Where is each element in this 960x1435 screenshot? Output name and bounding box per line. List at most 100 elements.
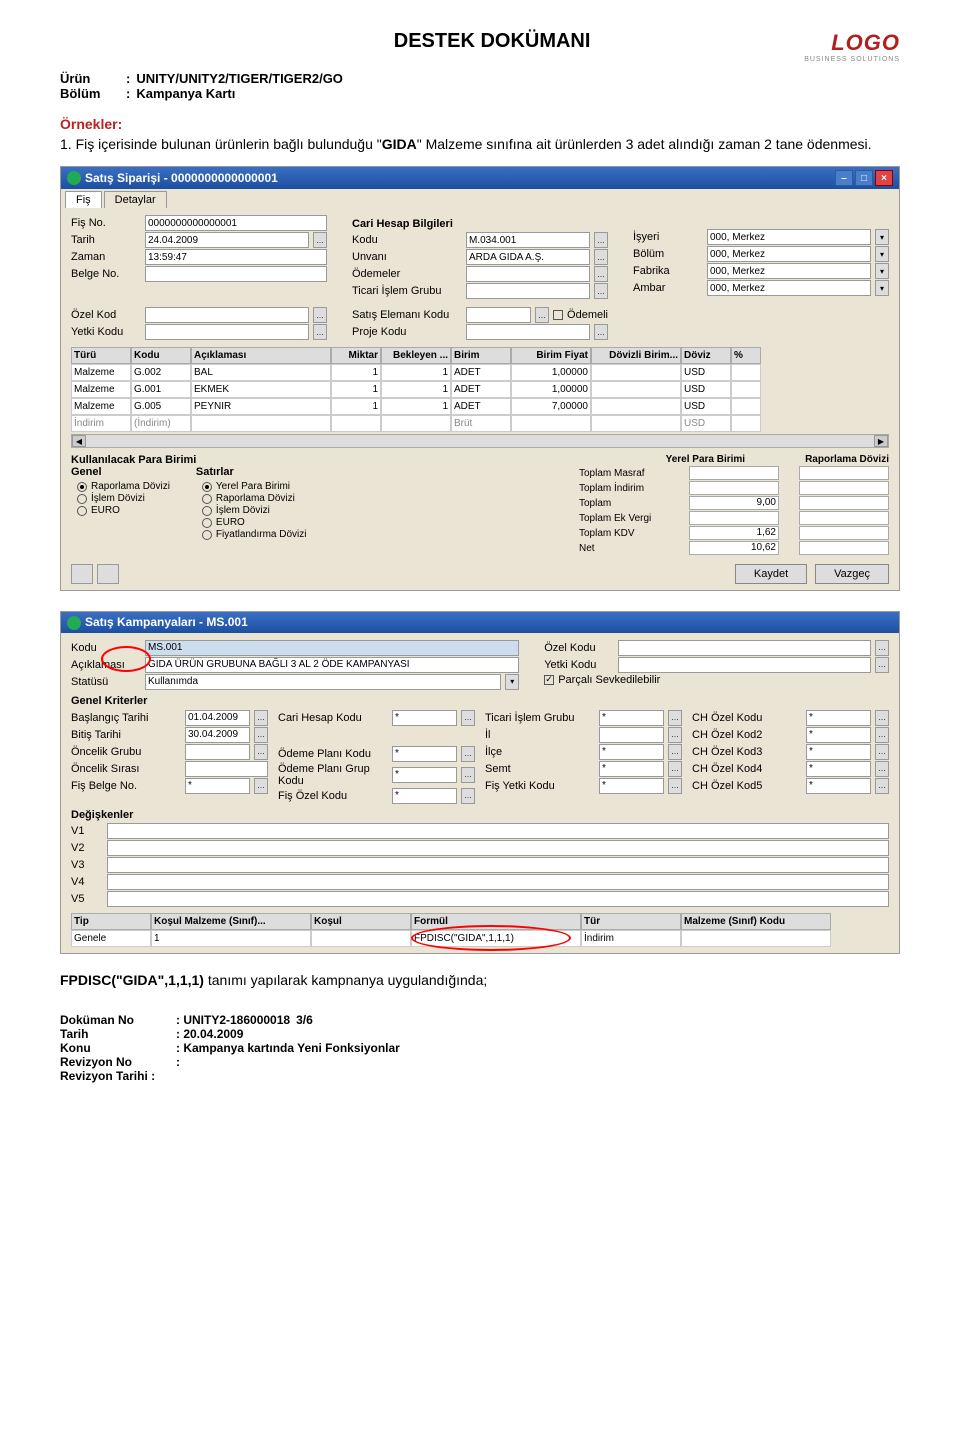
bitis-input[interactable]: 30.04.2009	[185, 727, 250, 743]
variable-input[interactable]	[107, 857, 889, 873]
tarih-input[interactable]: 24.04.2009	[145, 232, 309, 248]
baslangic-input[interactable]: 01.04.2009	[185, 710, 250, 726]
lookup-icon[interactable]: …	[875, 657, 889, 673]
lookup-icon[interactable]: …	[668, 761, 682, 777]
lookup-icon[interactable]: …	[594, 283, 608, 299]
variable-input[interactable]	[107, 874, 889, 890]
radio-option[interactable]: EURO	[202, 517, 307, 528]
vazgec-button[interactable]: Vazgeç	[815, 564, 889, 584]
kaydet-button[interactable]: Kaydet	[735, 564, 807, 584]
oncelik-sirasi-input[interactable]	[185, 761, 268, 777]
cari-kodu-input[interactable]: M.034.001	[466, 232, 590, 248]
semt-input[interactable]: *	[599, 761, 664, 777]
scroll-left-icon[interactable]: ◀	[72, 435, 86, 447]
lookup-icon[interactable]: …	[668, 727, 682, 743]
lookup-icon[interactable]: …	[875, 710, 889, 726]
zaman-input[interactable]: 13:59:47	[145, 249, 327, 265]
odeme-plani-grup-input[interactable]: *	[392, 767, 457, 783]
lookup-icon[interactable]: …	[461, 710, 475, 726]
lookup-icon[interactable]: …	[461, 767, 475, 783]
radio-option[interactable]: Fiyatlandırma Dövizi	[202, 529, 307, 540]
lookup-icon[interactable]: …	[461, 746, 475, 762]
ambar-select[interactable]: 000, Merkez	[707, 280, 871, 296]
radio-option[interactable]: İşlem Dövizi	[77, 493, 170, 504]
proje-kodu-input[interactable]	[466, 324, 590, 340]
kampanya-kodu-input[interactable]: MS.001	[145, 640, 519, 656]
chevron-down-icon[interactable]: ▾	[875, 280, 889, 296]
ch-ozel-kod2-input[interactable]: *	[806, 727, 871, 743]
variable-input[interactable]	[107, 840, 889, 856]
odeme-plani-input[interactable]: *	[392, 746, 457, 762]
chevron-down-icon[interactable]: ▾	[875, 229, 889, 245]
yetki-kodu-input[interactable]	[618, 657, 871, 673]
fis-no-input[interactable]: 0000000000000001	[145, 215, 327, 231]
scroll-right-icon[interactable]: ▶	[874, 435, 888, 447]
table-row[interactable]: MalzemeG.005PEYNIR11ADET7,00000USD	[71, 398, 889, 415]
date-picker-icon[interactable]: …	[313, 232, 327, 248]
cari-hesap-kodu-input[interactable]: *	[392, 710, 457, 726]
lookup-icon[interactable]: …	[875, 640, 889, 656]
chevron-down-icon[interactable]: ▾	[875, 246, 889, 262]
statu-select[interactable]: Kullanımda	[145, 674, 501, 690]
tab-detaylar[interactable]: Detaylar	[104, 191, 167, 208]
bolum-select[interactable]: 000, Merkez	[707, 246, 871, 262]
ozel-kod-input[interactable]	[145, 307, 309, 323]
horizontal-scrollbar[interactable]: ◀▶	[71, 434, 889, 448]
odemeler-input[interactable]	[466, 266, 590, 282]
cari-unvan-input[interactable]: ARDA GIDA A.Ş.	[466, 249, 590, 265]
chevron-down-icon[interactable]: ▾	[875, 263, 889, 279]
ilce-input[interactable]: *	[599, 744, 664, 760]
toolbar-icon[interactable]	[71, 564, 93, 584]
fis-belge-no-input[interactable]: *	[185, 778, 250, 794]
lookup-icon[interactable]: …	[668, 778, 682, 794]
fis-yetki-kodu-input[interactable]: *	[599, 778, 664, 794]
satis-eleman-input[interactable]	[466, 307, 531, 323]
ozel-kodu-input[interactable]	[618, 640, 871, 656]
radio-option[interactable]: Raporlama Dövizi	[202, 493, 307, 504]
yetki-kodu-input[interactable]	[145, 324, 309, 340]
ch-ozel-kod3-input[interactable]: *	[806, 744, 871, 760]
fis-ozel-kod-input[interactable]: *	[392, 788, 457, 804]
radio-option[interactable]: İşlem Dövizi	[202, 505, 307, 516]
oncelik-grubu-input[interactable]	[185, 744, 250, 760]
lookup-icon[interactable]: …	[594, 232, 608, 248]
maximize-icon[interactable]: □	[855, 170, 873, 186]
radio-option[interactable]: Yerel Para Birimi	[202, 481, 307, 492]
lookup-icon[interactable]: …	[875, 727, 889, 743]
lookup-icon[interactable]: …	[254, 778, 268, 794]
lookup-icon[interactable]: …	[594, 249, 608, 265]
fabrika-select[interactable]: 000, Merkez	[707, 263, 871, 279]
isyeri-select[interactable]: 000, Merkez	[707, 229, 871, 245]
lookup-icon[interactable]: …	[461, 788, 475, 804]
radio-option[interactable]: Raporlama Dövizi	[77, 481, 170, 492]
lookup-icon[interactable]: …	[254, 710, 268, 726]
parcali-checkbox[interactable]	[544, 675, 554, 685]
il-input[interactable]	[599, 727, 664, 743]
tab-fis[interactable]: Fiş	[65, 191, 102, 208]
tig-input[interactable]	[466, 283, 590, 299]
lookup-icon[interactable]: …	[254, 727, 268, 743]
radio-option[interactable]: EURO	[77, 505, 170, 516]
lookup-icon[interactable]: …	[254, 744, 268, 760]
lookup-icon[interactable]: …	[668, 744, 682, 760]
table-row[interactable]: MalzemeG.002BAL11ADET1,00000USD	[71, 364, 889, 381]
ch-ozel-kod1-input[interactable]: *	[806, 710, 871, 726]
ticari-islem-grubu-input[interactable]: *	[599, 710, 664, 726]
lookup-icon[interactable]: …	[313, 324, 327, 340]
lookup-icon[interactable]: …	[535, 307, 549, 323]
lookup-icon[interactable]: …	[875, 744, 889, 760]
lookup-icon[interactable]: …	[875, 761, 889, 777]
close-icon[interactable]: ×	[875, 170, 893, 186]
lookup-icon[interactable]: …	[594, 266, 608, 282]
aciklama-input[interactable]: GIDA ÜRÜN GRUBUNA BAĞLI 3 AL 2 ÖDE KAMPA…	[145, 657, 519, 673]
minimize-icon[interactable]: –	[835, 170, 853, 186]
variable-input[interactable]	[107, 823, 889, 839]
toolbar-icon[interactable]	[97, 564, 119, 584]
variable-input[interactable]	[107, 891, 889, 907]
ch-ozel-kod4-input[interactable]: *	[806, 761, 871, 777]
belge-input[interactable]	[145, 266, 327, 282]
lookup-icon[interactable]: …	[875, 778, 889, 794]
table-row[interactable]: MalzemeG.001EKMEK11ADET1,00000USD	[71, 381, 889, 398]
lookup-icon[interactable]: …	[313, 307, 327, 323]
lookup-icon[interactable]: …	[594, 324, 608, 340]
